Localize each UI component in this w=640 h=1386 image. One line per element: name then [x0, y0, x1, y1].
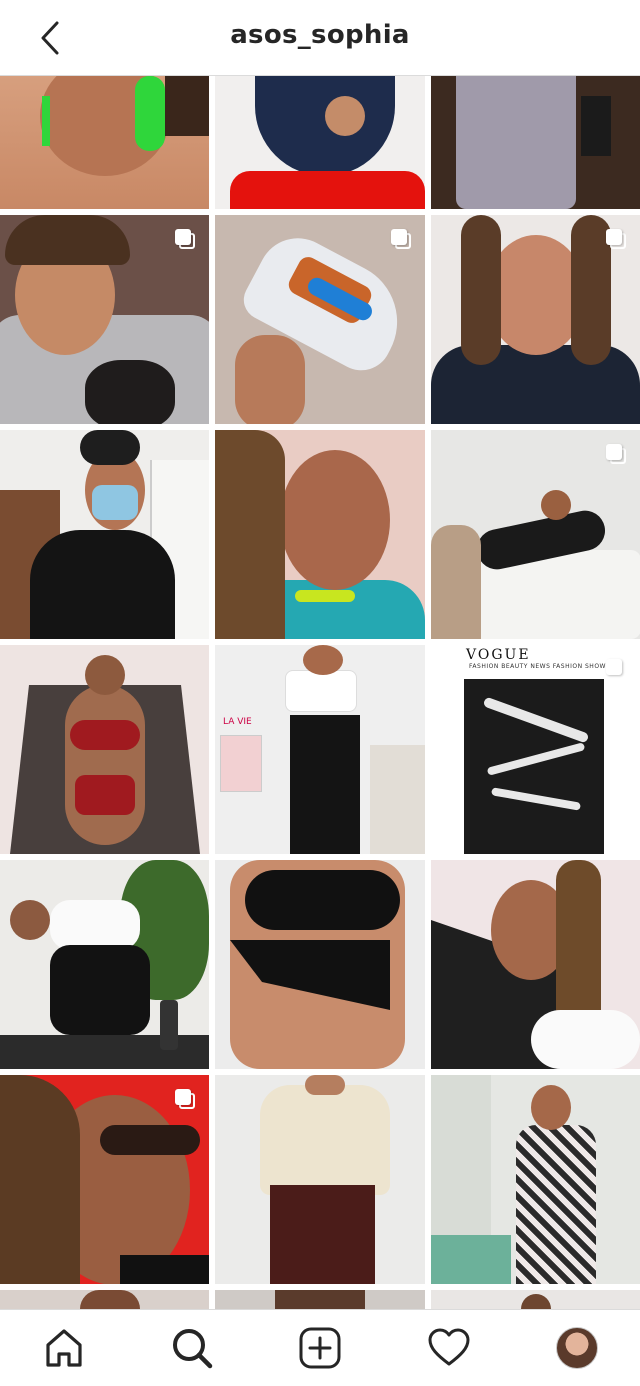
- grid-post[interactable]: [0, 430, 209, 639]
- grid-post[interactable]: [0, 1290, 209, 1309]
- multiple-photos-icon: [391, 229, 411, 249]
- multiple-photos-icon: [606, 659, 626, 679]
- grid-post[interactable]: [215, 1075, 425, 1284]
- grid-post[interactable]: [431, 1290, 640, 1309]
- vogue-logo: VOGUE: [466, 647, 531, 663]
- multiple-photos-icon: [606, 229, 626, 249]
- nav-search[interactable]: [170, 1326, 214, 1370]
- grid-post[interactable]: VOGUE FASHION BEAUTY NEWS FASHION SHOWS: [431, 645, 640, 854]
- grid-post[interactable]: [431, 430, 640, 639]
- profile-username-title: asos_sophia: [230, 20, 410, 50]
- home-icon: [46, 1329, 82, 1367]
- nav-home[interactable]: [42, 1326, 86, 1370]
- grid-post[interactable]: LA VIE: [215, 645, 425, 854]
- grid-post[interactable]: [431, 1075, 640, 1284]
- multiple-photos-icon: [606, 444, 626, 464]
- grid-post[interactable]: [0, 1075, 209, 1284]
- grid-post[interactable]: [0, 215, 209, 424]
- grid-post[interactable]: [215, 1290, 425, 1309]
- grid-post[interactable]: [0, 645, 209, 854]
- nav-profile[interactable]: [555, 1326, 599, 1370]
- poster-text: LA VIE: [223, 717, 252, 727]
- grid-post[interactable]: [431, 215, 640, 424]
- photo-grid: LA VIE VOGUE FASHION BEAUTY NEWS FASHION…: [0, 76, 640, 1309]
- grid-post[interactable]: [0, 76, 209, 209]
- nav-activity[interactable]: [427, 1326, 471, 1370]
- multiple-photos-icon: [175, 229, 195, 249]
- search-icon: [173, 1329, 213, 1369]
- grid-post[interactable]: [215, 215, 425, 424]
- nav-new-post[interactable]: [298, 1326, 342, 1370]
- plus-square-icon: [299, 1327, 341, 1369]
- grid-post[interactable]: [215, 860, 425, 1069]
- heart-icon: [428, 1328, 470, 1366]
- grid-post[interactable]: [0, 860, 209, 1069]
- grid-post[interactable]: [215, 76, 425, 209]
- bottom-nav: [0, 1309, 640, 1386]
- grid-post[interactable]: [431, 860, 640, 1069]
- avatar: [556, 1327, 598, 1369]
- vogue-nav-text: FASHION BEAUTY NEWS FASHION SHOWS: [469, 663, 611, 670]
- grid-post[interactable]: [431, 76, 640, 209]
- grid-post[interactable]: [215, 430, 425, 639]
- multiple-photos-icon: [175, 1089, 195, 1109]
- top-bar: asos_sophia: [0, 0, 640, 76]
